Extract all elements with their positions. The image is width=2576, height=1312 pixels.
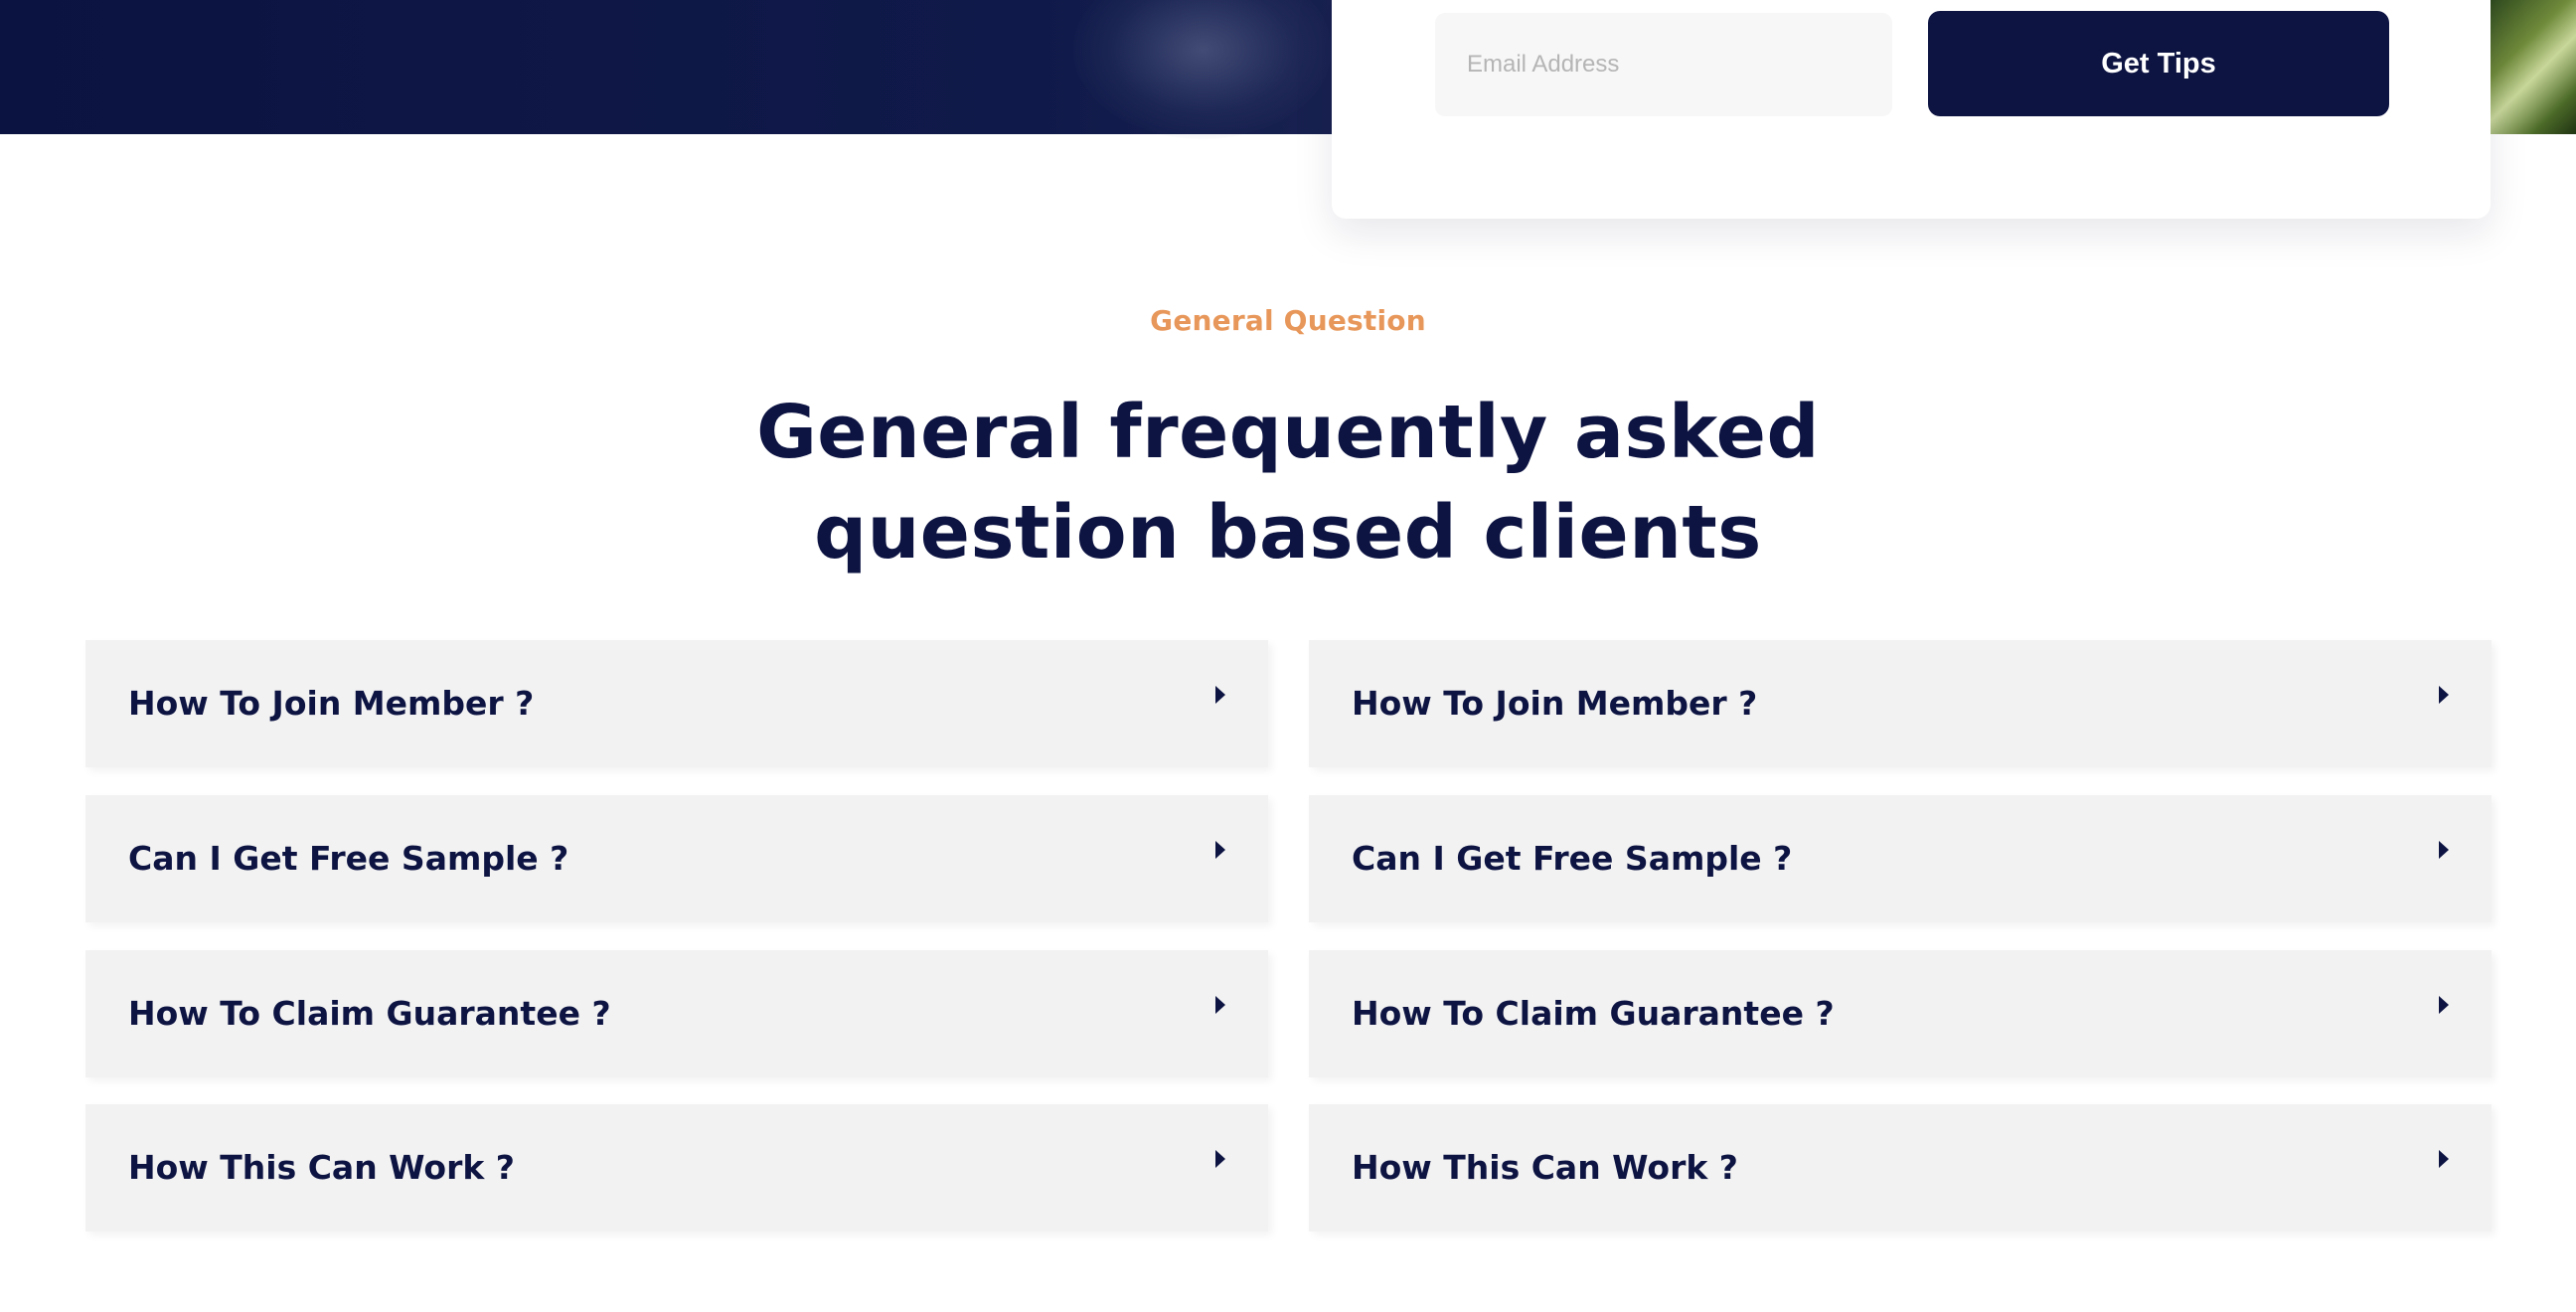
caret-right-icon xyxy=(2439,686,2449,704)
faq-question: How This Can Work ? xyxy=(1352,1148,1738,1187)
leaf-image xyxy=(2491,0,2576,134)
section-title-line-2: question based clients xyxy=(814,490,1762,575)
faq-question: Can I Get Free Sample ? xyxy=(128,839,569,878)
caret-right-icon xyxy=(1215,686,1225,704)
faq-item-claim-guarantee[interactable]: How To Claim Guarantee ? xyxy=(85,950,1268,1077)
email-field[interactable] xyxy=(1435,13,1892,116)
faq-question: How This Can Work ? xyxy=(128,1148,515,1187)
caret-right-icon xyxy=(2439,1150,2449,1168)
caret-right-icon xyxy=(1215,841,1225,859)
faq-question: How To Join Member ? xyxy=(1352,684,1758,723)
newsletter-card: Get Tips xyxy=(1332,0,2491,219)
faq-item-join-member[interactable]: How To Join Member ? xyxy=(1309,640,2492,767)
faq-item-join-member[interactable]: How To Join Member ? xyxy=(85,640,1268,767)
caret-right-icon xyxy=(1215,996,1225,1014)
faq-item-claim-guarantee[interactable]: How To Claim Guarantee ? xyxy=(1309,950,2492,1077)
hero-background-image xyxy=(1073,0,1332,139)
faq-item-free-sample[interactable]: Can I Get Free Sample ? xyxy=(1309,795,2492,922)
faq-question: How To Claim Guarantee ? xyxy=(1352,994,1835,1033)
faq-question: How To Join Member ? xyxy=(128,684,535,723)
caret-right-icon xyxy=(2439,841,2449,859)
faq-item-how-it-works[interactable]: How This Can Work ? xyxy=(85,1104,1268,1231)
faq-question: How To Claim Guarantee ? xyxy=(128,994,611,1033)
page: Get Tips General Question General freque… xyxy=(0,0,2576,1312)
caret-right-icon xyxy=(2439,996,2449,1014)
section-title-line-1: General frequently asked xyxy=(756,390,1820,475)
faq-question: Can I Get Free Sample ? xyxy=(1352,839,1793,878)
section-eyebrow: General Question xyxy=(1150,304,1426,337)
faq-item-how-it-works[interactable]: How This Can Work ? xyxy=(1309,1104,2492,1231)
section-title: General frequently asked question based … xyxy=(592,383,1984,583)
caret-right-icon xyxy=(1215,1150,1225,1168)
faq-item-free-sample[interactable]: Can I Get Free Sample ? xyxy=(85,795,1268,922)
get-tips-button[interactable]: Get Tips xyxy=(1928,11,2389,116)
